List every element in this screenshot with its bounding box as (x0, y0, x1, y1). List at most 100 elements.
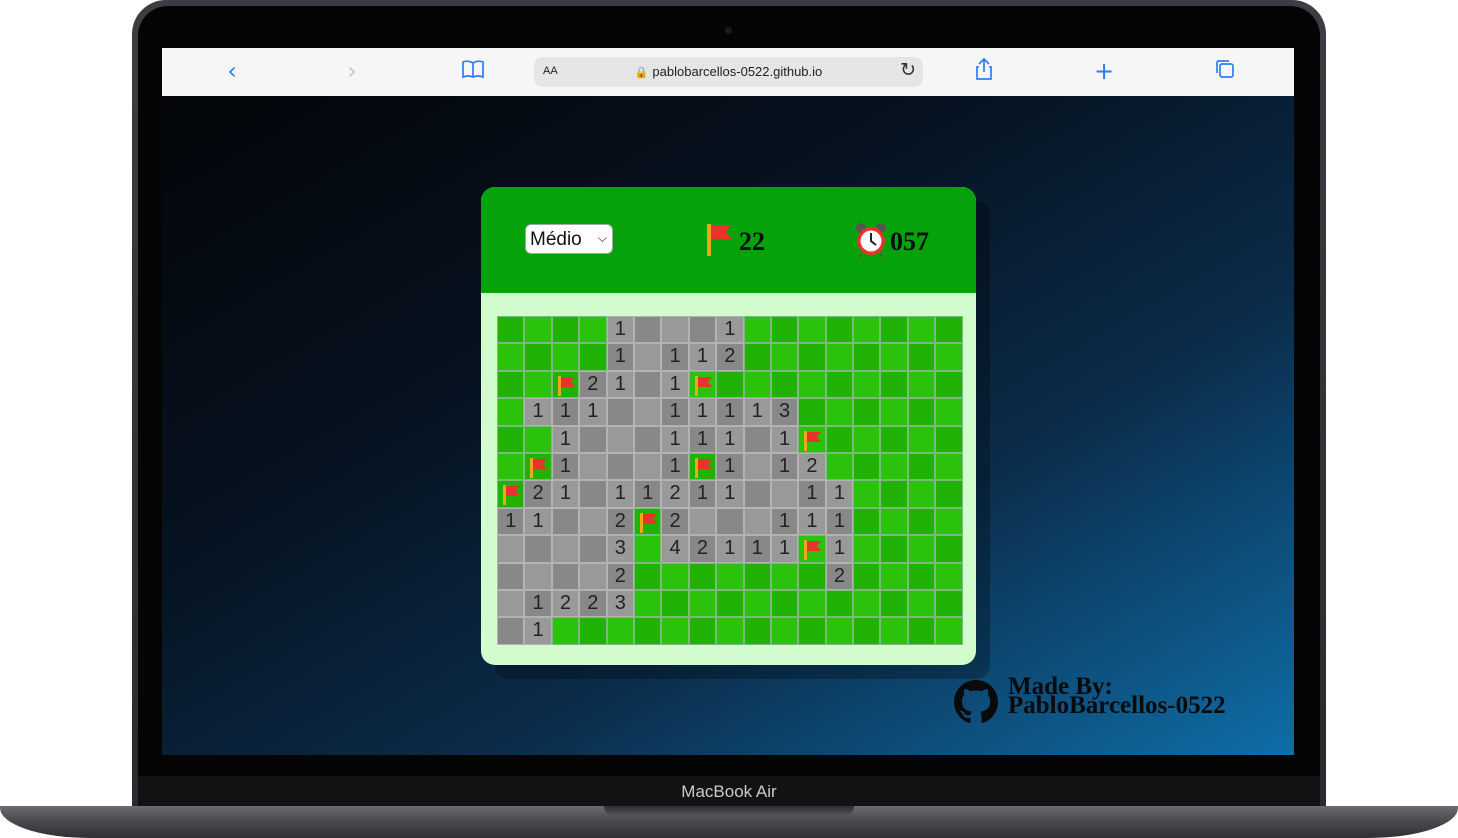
revealed-cell[interactable] (743, 425, 771, 453)
revealed-cell[interactable] (661, 316, 689, 344)
hidden-cell[interactable] (497, 370, 525, 399)
hidden-cell[interactable] (880, 507, 908, 536)
flagged-cell[interactable] (497, 480, 525, 508)
revealed-cell[interactable]: 1 (770, 452, 799, 481)
hidden-cell[interactable] (935, 589, 963, 618)
revealed-cell[interactable]: 1 (825, 480, 854, 508)
revealed-cell[interactable]: 1 (661, 425, 689, 453)
revealed-cell[interactable] (633, 343, 662, 371)
hidden-cell[interactable] (633, 562, 662, 590)
hidden-cell[interactable] (853, 535, 881, 563)
hidden-cell[interactable] (688, 562, 717, 590)
revealed-cell[interactable]: 1 (770, 425, 799, 453)
revealed-cell[interactable]: 1 (606, 316, 634, 344)
hidden-cell[interactable] (798, 589, 826, 618)
hidden-cell[interactable] (524, 370, 552, 399)
url-field[interactable]: 🔒 pablobarcellos-0522.github.io (534, 64, 923, 79)
address-bar[interactable]: AA 🔒 pablobarcellos-0522.github.io ↻ (534, 57, 923, 87)
revealed-cell[interactable] (579, 507, 607, 536)
share-icon[interactable] (969, 57, 999, 85)
revealed-cell[interactable]: 1 (798, 480, 826, 508)
revealed-cell[interactable] (551, 535, 580, 563)
revealed-cell[interactable] (743, 480, 771, 508)
hidden-cell[interactable] (551, 316, 580, 344)
revealed-cell[interactable]: 1 (551, 398, 580, 426)
tabs-icon[interactable] (1210, 58, 1240, 86)
revealed-cell[interactable]: 1 (716, 452, 744, 481)
revealed-cell[interactable] (579, 452, 607, 481)
hidden-cell[interactable] (825, 398, 854, 426)
revealed-cell[interactable]: 1 (661, 452, 689, 481)
hidden-cell[interactable] (825, 589, 854, 618)
hidden-cell[interactable] (907, 589, 936, 618)
hidden-cell[interactable] (633, 589, 662, 618)
hidden-cell[interactable] (907, 316, 936, 344)
revealed-cell[interactable]: 1 (524, 398, 552, 426)
revealed-cell[interactable] (633, 425, 662, 453)
revealed-cell[interactable]: 2 (606, 507, 634, 536)
hidden-cell[interactable] (853, 343, 881, 371)
hidden-cell[interactable] (880, 398, 908, 426)
revealed-cell[interactable] (579, 480, 607, 508)
revealed-cell[interactable]: 1 (524, 507, 552, 536)
hidden-cell[interactable] (907, 617, 936, 645)
hidden-cell[interactable] (935, 507, 963, 536)
revealed-cell[interactable]: 2 (716, 343, 744, 371)
revealed-cell[interactable]: 1 (716, 316, 744, 344)
revealed-cell[interactable]: 1 (688, 480, 717, 508)
revealed-cell[interactable] (606, 452, 634, 481)
revealed-cell[interactable]: 1 (606, 343, 634, 371)
reload-icon[interactable]: ↻ (900, 59, 916, 81)
hidden-cell[interactable] (770, 617, 799, 645)
revealed-cell[interactable] (743, 452, 771, 481)
hidden-cell[interactable] (853, 480, 881, 508)
hidden-cell[interactable] (825, 452, 854, 481)
revealed-cell[interactable] (606, 398, 634, 426)
hidden-cell[interactable] (880, 316, 908, 344)
revealed-cell[interactable]: 1 (743, 535, 771, 563)
hidden-cell[interactable] (716, 562, 744, 590)
revealed-cell[interactable]: 1 (661, 398, 689, 426)
hidden-cell[interactable] (661, 562, 689, 590)
revealed-cell[interactable]: 1 (606, 370, 634, 399)
hidden-cell[interactable] (798, 617, 826, 645)
revealed-cell[interactable]: 1 (661, 370, 689, 399)
revealed-cell[interactable]: 1 (770, 507, 799, 536)
hidden-cell[interactable] (798, 370, 826, 399)
revealed-cell[interactable]: 2 (606, 562, 634, 590)
hidden-cell[interactable] (770, 589, 799, 618)
hidden-cell[interactable] (907, 398, 936, 426)
hidden-cell[interactable] (770, 562, 799, 590)
hidden-cell[interactable] (880, 562, 908, 590)
hidden-cell[interactable] (935, 343, 963, 371)
hidden-cell[interactable] (907, 452, 936, 481)
revealed-cell[interactable]: 1 (524, 589, 552, 618)
revealed-cell[interactable] (551, 507, 580, 536)
revealed-cell[interactable] (743, 507, 771, 536)
hidden-cell[interactable] (497, 398, 525, 426)
hidden-cell[interactable] (907, 507, 936, 536)
hidden-cell[interactable] (743, 617, 771, 645)
revealed-cell[interactable]: 3 (770, 398, 799, 426)
revealed-cell[interactable]: 2 (524, 480, 552, 508)
hidden-cell[interactable] (825, 343, 854, 371)
revealed-cell[interactable] (633, 452, 662, 481)
revealed-cell[interactable]: 1 (633, 480, 662, 508)
hidden-cell[interactable] (606, 617, 634, 645)
revealed-cell[interactable]: 1 (551, 425, 580, 453)
hidden-cell[interactable] (880, 480, 908, 508)
hidden-cell[interactable] (853, 589, 881, 618)
hidden-cell[interactable] (853, 507, 881, 536)
revealed-cell[interactable] (633, 370, 662, 399)
flagged-cell[interactable] (688, 370, 717, 399)
hidden-cell[interactable] (770, 370, 799, 399)
hidden-cell[interactable] (798, 343, 826, 371)
hidden-cell[interactable] (853, 425, 881, 453)
revealed-cell[interactable]: 2 (579, 589, 607, 618)
hidden-cell[interactable] (688, 617, 717, 645)
revealed-cell[interactable] (497, 589, 525, 618)
hidden-cell[interactable] (853, 398, 881, 426)
revealed-cell[interactable]: 1 (688, 425, 717, 453)
hidden-cell[interactable] (880, 425, 908, 453)
hidden-cell[interactable] (907, 535, 936, 563)
